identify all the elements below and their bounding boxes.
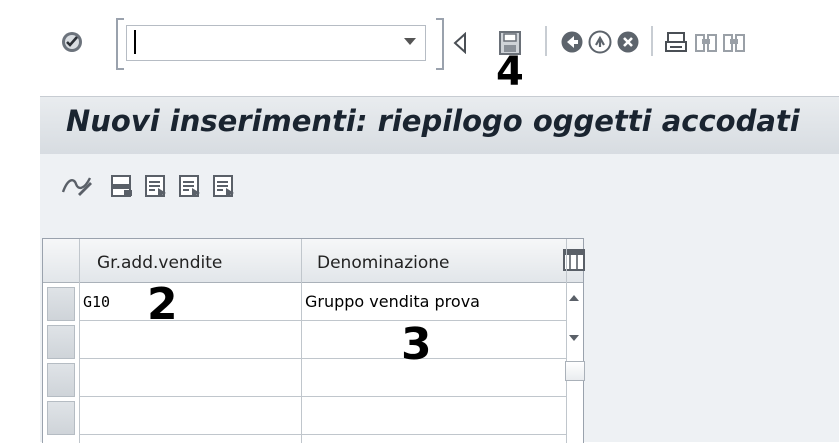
row-selector[interactable] (47, 363, 75, 397)
row-selector[interactable] (47, 401, 75, 435)
delete-icon[interactable] (178, 174, 202, 198)
scroll-up-icon[interactable] (569, 295, 579, 301)
sales-group-cell[interactable]: G10 (83, 293, 110, 311)
find-next-icon[interactable] (722, 30, 746, 54)
annotation-number-4: 4 (496, 49, 524, 95)
change-display-icon[interactable] (60, 172, 94, 198)
copy-as-icon[interactable] (144, 174, 168, 198)
page-title: Nuovi inserimenti: riepilogo oggetti acc… (66, 104, 800, 138)
annotation-number-2: 2 (147, 279, 178, 330)
new-entries-icon[interactable] (110, 174, 134, 198)
table-row (79, 359, 567, 397)
scroll-down-icon[interactable] (569, 335, 579, 341)
description-cell[interactable]: Gruppo vendita prova (305, 292, 480, 311)
cancel-icon[interactable] (616, 30, 640, 54)
toolbar-separator (651, 26, 653, 56)
column-header-sales-group[interactable]: Gr.add.vendite (97, 253, 222, 273)
exit-icon[interactable] (588, 30, 612, 54)
table-row (79, 397, 567, 435)
command-field-bracket-right (436, 18, 444, 70)
find-icon[interactable] (694, 30, 718, 54)
row-selector[interactable] (47, 325, 75, 359)
command-field-bracket-left (116, 18, 124, 70)
enter-icon[interactable] (60, 30, 84, 54)
back-triangle-icon[interactable] (452, 32, 468, 54)
undo-change-icon[interactable] (212, 174, 236, 198)
scroll-thumb[interactable] (565, 361, 585, 381)
toolbar-separator (545, 26, 547, 56)
command-field-input[interactable] (126, 25, 426, 61)
annotation-number-3: 3 (401, 319, 432, 370)
text-caret (134, 30, 136, 54)
entries-table: Gr.add.vendite Denominazione G10 Gruppo … (42, 238, 585, 443)
column-header-description[interactable]: Denominazione (317, 253, 449, 273)
print-icon[interactable] (664, 30, 688, 54)
back-icon[interactable] (560, 30, 584, 54)
row-selector[interactable] (47, 287, 75, 321)
history-dropdown-icon[interactable] (404, 38, 416, 45)
